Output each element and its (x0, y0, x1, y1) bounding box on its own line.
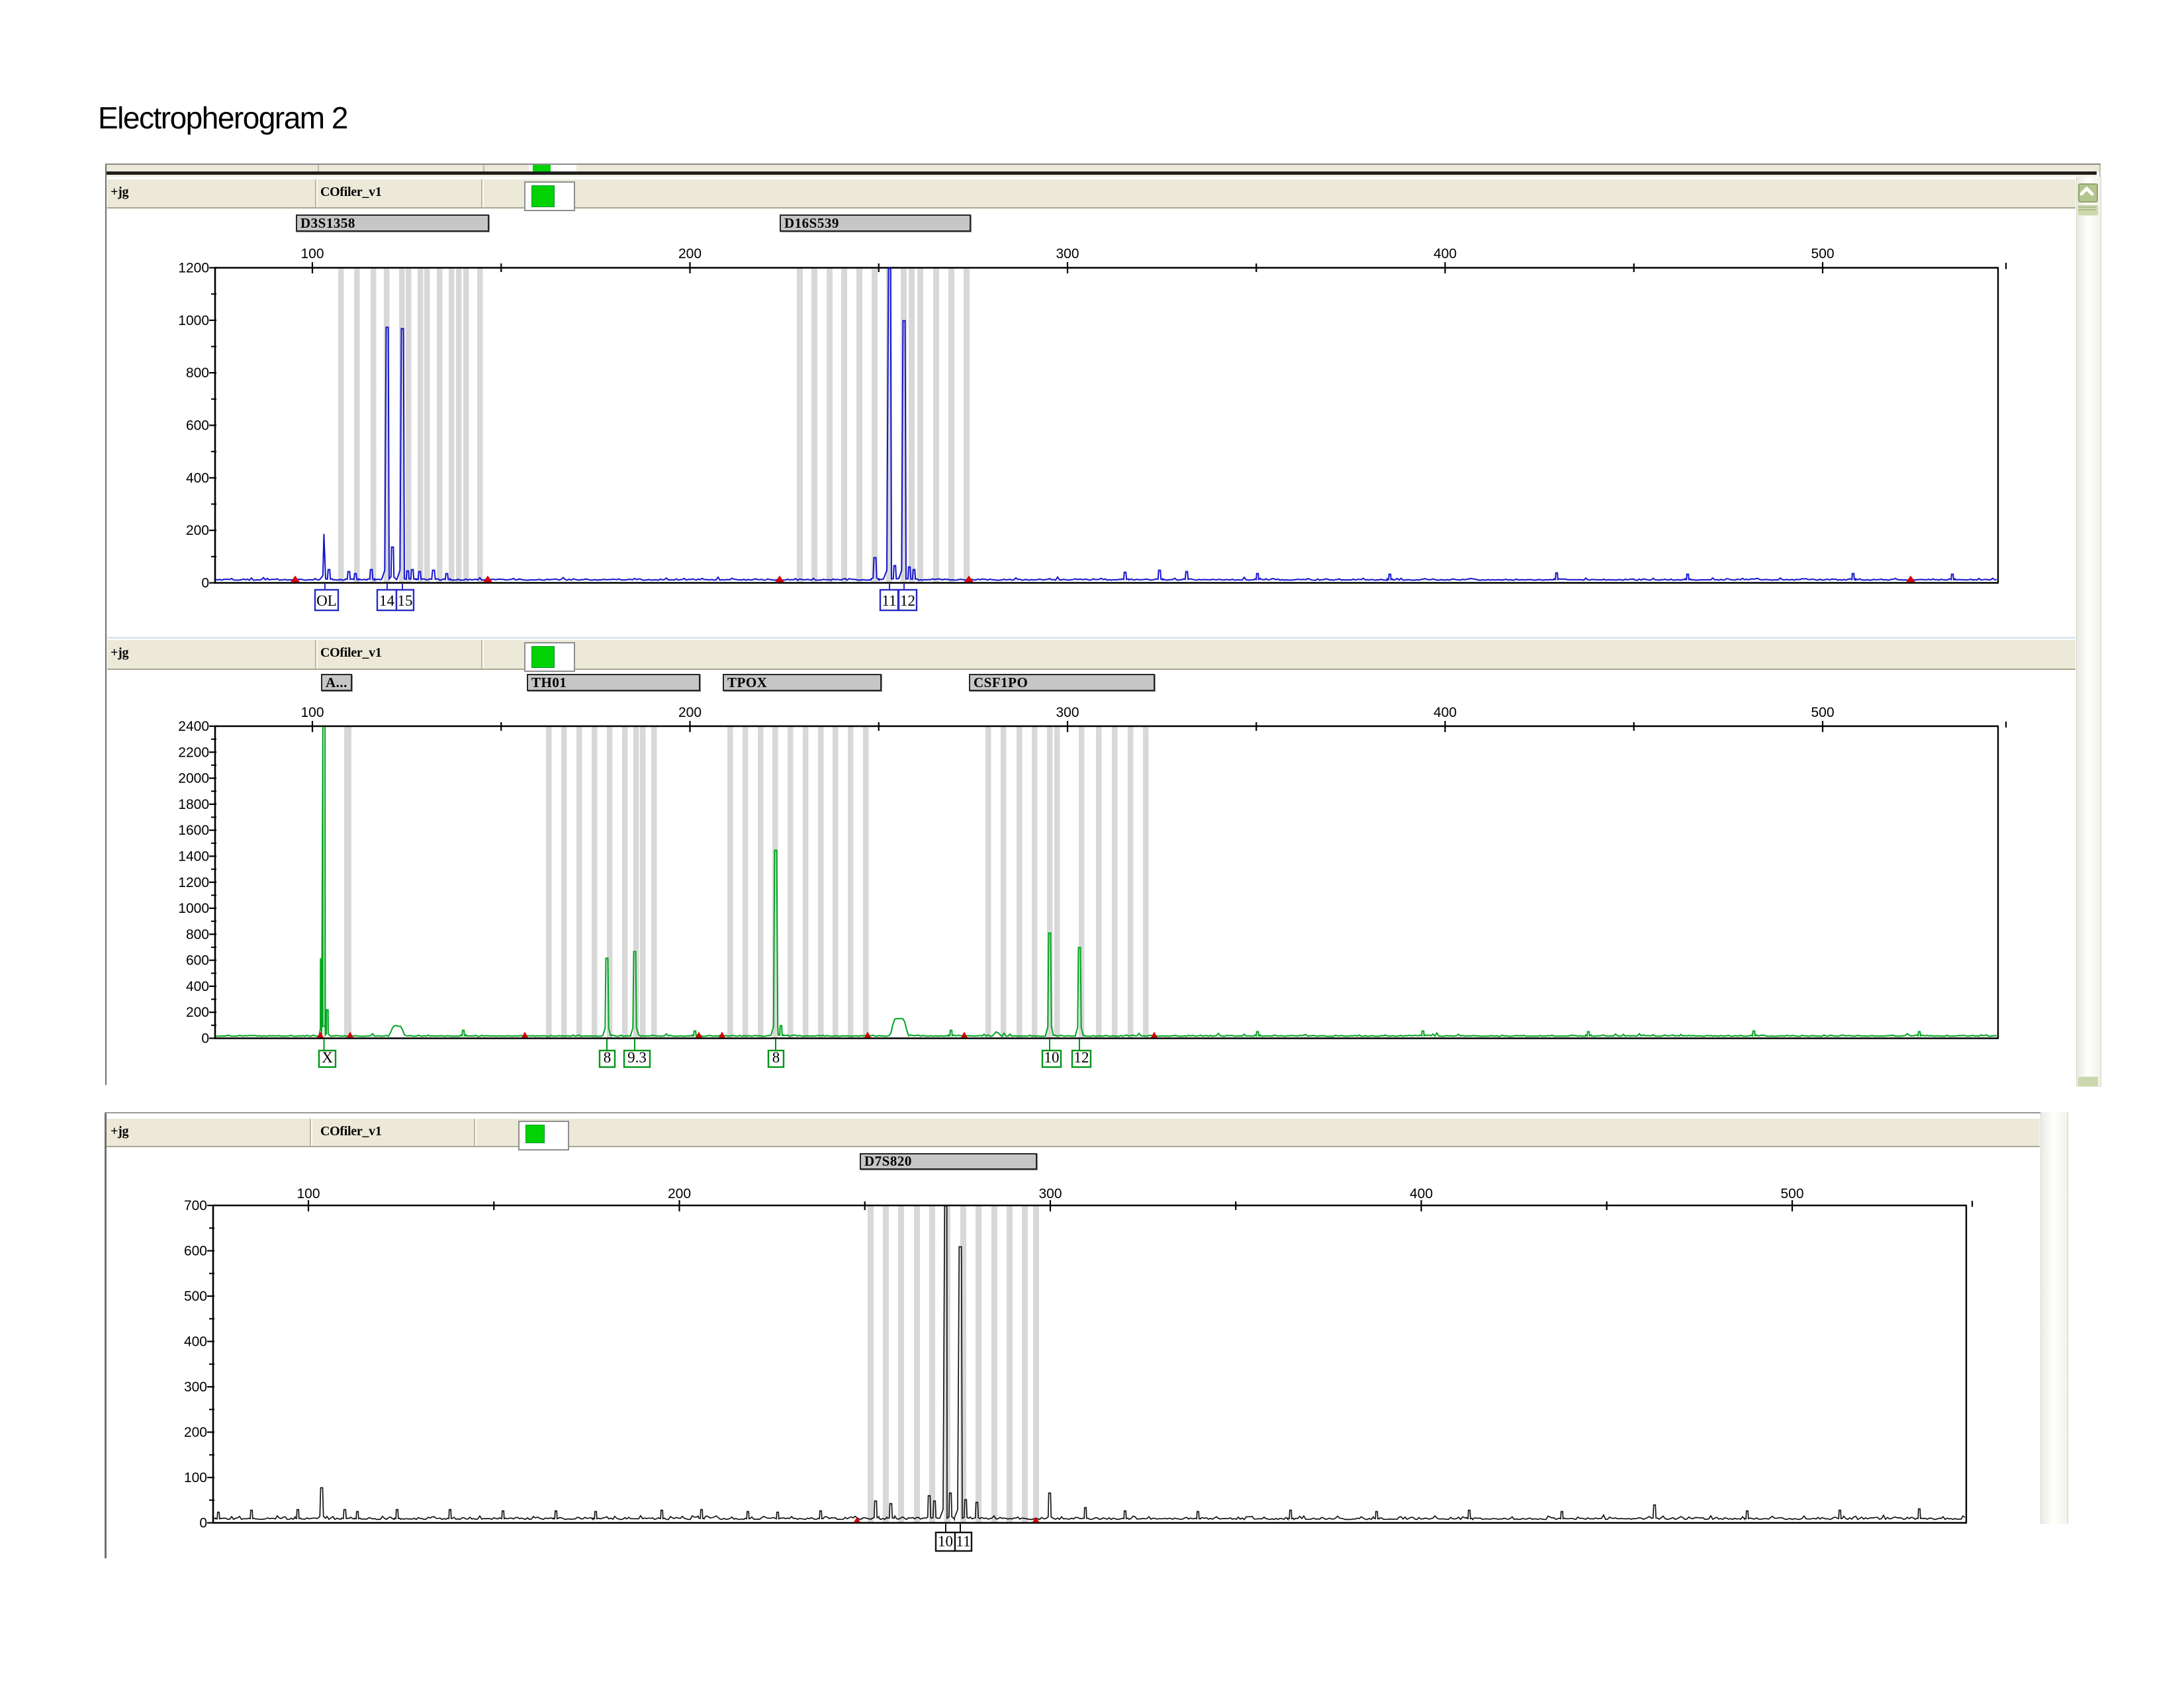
svg-text:11: 11 (882, 592, 896, 609)
svg-text:1000: 1000 (178, 901, 209, 916)
svg-text:600: 600 (186, 953, 209, 968)
svg-text:100: 100 (184, 1470, 207, 1485)
svg-text:300: 300 (184, 1380, 207, 1395)
svg-text:300: 300 (1038, 1186, 1062, 1201)
svg-text:2400: 2400 (178, 719, 209, 734)
svg-text:600: 600 (184, 1244, 207, 1259)
svg-text:1600: 1600 (178, 823, 209, 838)
svg-text:600: 600 (186, 418, 209, 434)
svg-text:1200: 1200 (178, 875, 209, 890)
svg-text:800: 800 (186, 927, 209, 942)
svg-text:400: 400 (1433, 705, 1457, 720)
svg-text:8: 8 (604, 1049, 612, 1066)
svg-text:500: 500 (184, 1289, 207, 1304)
svg-text:12: 12 (900, 592, 915, 609)
svg-text:400: 400 (184, 1335, 207, 1350)
svg-text:10: 10 (938, 1533, 953, 1550)
svg-text:14: 14 (379, 592, 395, 609)
svg-text:12: 12 (1074, 1049, 1089, 1066)
svg-text:0: 0 (201, 576, 209, 591)
svg-text:500: 500 (1811, 705, 1834, 720)
svg-text:100: 100 (300, 705, 324, 720)
svg-text:1000: 1000 (178, 313, 209, 328)
svg-text:2200: 2200 (178, 745, 209, 760)
svg-text:800: 800 (186, 365, 209, 381)
svg-text:0: 0 (201, 1031, 209, 1047)
svg-text:2000: 2000 (178, 771, 209, 786)
svg-text:200: 200 (186, 523, 209, 538)
svg-text:100: 100 (296, 1186, 320, 1201)
svg-text:200: 200 (678, 246, 702, 261)
svg-text:100: 100 (300, 246, 324, 261)
svg-text:200: 200 (186, 1005, 209, 1020)
svg-text:1400: 1400 (178, 849, 209, 864)
svg-text:10: 10 (1044, 1049, 1060, 1066)
svg-text:300: 300 (1056, 246, 1079, 261)
svg-text:200: 200 (668, 1186, 691, 1201)
svg-text:500: 500 (1811, 246, 1834, 261)
svg-text:400: 400 (186, 471, 209, 486)
svg-text:15: 15 (398, 592, 413, 609)
svg-text:400: 400 (186, 979, 209, 994)
svg-text:400: 400 (1433, 246, 1457, 261)
svg-text:500: 500 (1780, 1186, 1803, 1201)
svg-text:200: 200 (184, 1425, 207, 1440)
svg-text:400: 400 (1410, 1186, 1433, 1201)
svg-text:1200: 1200 (178, 261, 209, 276)
svg-text:700: 700 (184, 1198, 207, 1213)
svg-text:OL: OL (316, 592, 337, 609)
svg-text:0: 0 (199, 1516, 207, 1531)
svg-text:11: 11 (956, 1533, 970, 1550)
svg-text:9.3: 9.3 (627, 1049, 647, 1066)
svg-text:200: 200 (678, 705, 702, 720)
svg-text:X: X (322, 1049, 333, 1066)
svg-text:300: 300 (1056, 705, 1079, 720)
svg-text:8: 8 (772, 1049, 780, 1066)
svg-text:1800: 1800 (178, 797, 209, 812)
